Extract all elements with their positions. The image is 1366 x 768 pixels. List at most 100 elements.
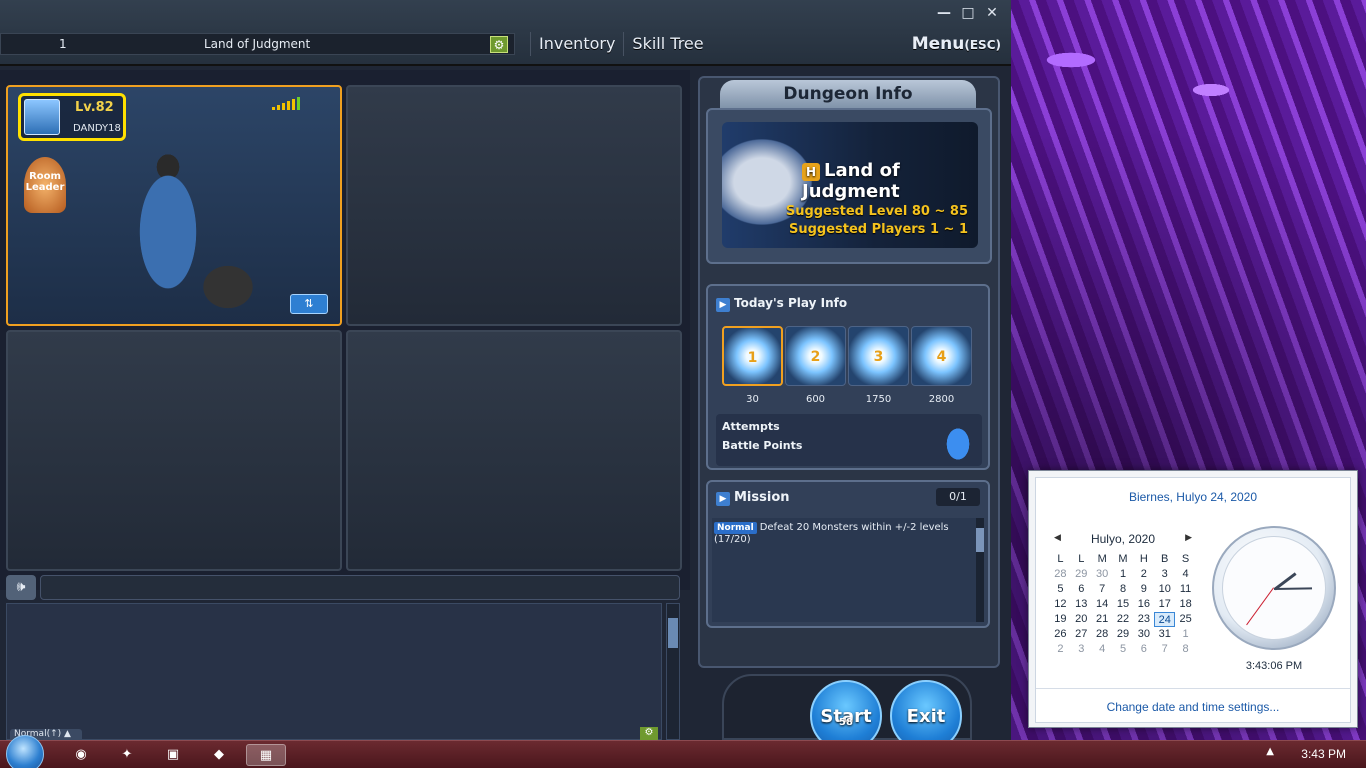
inventory-button[interactable]: Inventory [530,32,623,56]
mission-count: 0/1 [936,488,980,506]
chat-log [6,603,662,740]
game-taskbar-icon[interactable]: ▦ [246,744,286,766]
mission-difficulty-tag: Normal [714,522,757,534]
calendar-day[interactable]: 31 [1154,627,1175,642]
calendar-day[interactable]: 19 [1050,612,1071,627]
calendar-day[interactable]: 20 [1071,612,1092,627]
calendar-day[interactable]: 22 [1113,612,1134,627]
menu-button[interactable]: Menu(ESC) [912,34,1001,54]
calendar-day[interactable]: 1 [1175,627,1196,642]
calendar-day[interactable]: 2 [1133,567,1154,582]
chrome-icon[interactable]: ◉ [64,744,98,766]
party-slot-3[interactable] [6,330,342,571]
weekday-label: B [1161,553,1169,565]
reward-tiers: 1 30 2 600 3 1750 4 2800 [722,326,972,405]
play-info-icon: ▶ [716,298,730,312]
calendar-day[interactable]: 3 [1071,642,1092,657]
room-settings-gear-icon[interactable]: ⚙ [490,36,508,53]
weekday-label: M [1097,553,1107,565]
calendar-day[interactable]: 5 [1113,642,1134,657]
chat-scrollbar[interactable] [666,603,680,740]
calendar-grid: L L M M H B S 28 29 30 1 2 3 4 5 6 7 8 9 10 11 12 13 14 15 16 17 18… [1050,552,1196,657]
calendar-day[interactable]: 1 [1113,567,1134,582]
calendar-day[interactable]: 18 [1175,597,1196,612]
room-name: Land of Judgment [204,37,311,51]
reward-tier-2[interactable]: 2 600 [785,326,846,405]
calendar-day[interactable]: 27 [1071,627,1092,642]
party-slot-4[interactable] [346,330,682,571]
calendar-day[interactable]: 16 [1133,597,1154,612]
calendar-day[interactable]: 6 [1071,582,1092,597]
network-app-icon[interactable]: ▣ [156,744,190,766]
calendar-day[interactable]: 23 [1133,612,1154,627]
calendar-day[interactable]: 9 [1133,582,1154,597]
calendar-day[interactable]: 29 [1113,627,1134,642]
calendar-day[interactable]: 26 [1050,627,1071,642]
calendar-day[interactable]: 3 [1154,567,1175,582]
calendar-day[interactable]: 29 [1071,567,1092,582]
prev-month-icon[interactable]: ◀ [1054,532,1061,543]
app-icon[interactable]: ✦ [110,744,144,766]
calendar-day[interactable]: 24 [1154,612,1176,627]
calendar-day[interactable]: 14 [1092,597,1113,612]
calendar-day[interactable]: 21 [1092,612,1113,627]
calendar-day[interactable]: 17 [1154,597,1175,612]
skill-tree-button[interactable]: Skill Tree [623,32,711,56]
party-slot-1[interactable]: Lv.82 DANDY18 Room Leader ⇅ [6,85,342,326]
calendar-day[interactable]: 28 [1050,567,1071,582]
reward-tier-4[interactable]: 4 2800 [911,326,972,405]
weekday-label: L [1057,553,1064,565]
maximize-button[interactable]: □ [959,4,977,22]
launcher-icon[interactable]: ◆ [202,744,236,766]
next-month-icon[interactable]: ▶ [1185,532,1192,543]
calendar-day[interactable]: 13 [1071,597,1092,612]
calendar-day[interactable]: 28 [1092,627,1113,642]
chat-bar: 🕪 [6,575,682,601]
calendar-day[interactable]: 8 [1113,582,1134,597]
megaphone-icon[interactable]: 🕪 [6,575,36,600]
calendar-day[interactable]: 4 [1175,567,1196,582]
calendar-day[interactable]: 11 [1175,582,1196,597]
show-hidden-icons-icon[interactable]: ▲ [1266,746,1274,757]
calendar-day[interactable]: 2 [1050,642,1071,657]
calendar-day[interactable]: 4 [1092,642,1113,657]
change-date-time-link[interactable]: Change date and time settings... [1036,700,1350,714]
calendar-day[interactable]: 10 [1154,582,1175,597]
calendar-day[interactable]: 30 [1133,627,1154,642]
swap-character-button[interactable]: ⇅ [290,294,328,314]
weekday-label: S [1181,553,1190,565]
hard-icon: H [802,163,820,181]
chat-settings-gear-icon[interactable]: ⚙ [640,727,658,740]
suggested-players: Suggested Players 1 ~ 1 [788,222,968,237]
dungeon-image: H Land of Judgment Suggested Level 80 ~ 8… [722,122,978,248]
start-button-orb[interactable] [6,735,44,768]
reward-tier-1[interactable]: 1 30 [722,326,783,405]
calendar-day[interactable]: 6 [1133,642,1154,657]
calendar-day[interactable]: 7 [1092,582,1113,597]
calendar-date-title[interactable]: Biernes, Hulyo 24, 2020 [1036,490,1350,504]
calendar-day[interactable]: 30 [1092,567,1113,582]
calendar-day[interactable]: 5 [1050,582,1071,597]
calendar-day[interactable]: 7 [1154,642,1175,657]
calendar-day[interactable]: 8 [1175,642,1196,657]
reward-tier-3[interactable]: 3 1750 [848,326,909,405]
calendar-month: ◀ Hulyo, 2020 ▶ [1054,532,1192,546]
party-slot-2[interactable] [346,85,682,326]
calendar-day[interactable]: 15 [1113,597,1134,612]
weekday-label: L [1078,553,1085,565]
calendar-day[interactable]: 25 [1175,612,1196,627]
menu-label: Menu [911,34,965,54]
mission-list: Normal Defeat 20 Monsters within +/-2 lev… [712,518,978,622]
player-level: Lv.82 [75,100,114,115]
mission-header: ▶ Mission [716,490,790,506]
menu-shortcut: (ESC) [964,38,1001,52]
taskbar-clock[interactable]: 3:43 PM [1301,747,1346,761]
close-button[interactable]: ✕ [983,4,1001,22]
todays-play-info: ▶ Today's Play Info 1 30 2 600 3 1750 4 2800 … [706,284,990,470]
mission-scrollbar[interactable] [976,518,984,622]
player-info: Lv.82 DANDY18 [18,93,126,141]
minimize-button[interactable]: — [935,4,953,22]
weekday-label: M [1118,553,1128,565]
chat-input[interactable] [40,575,680,600]
calendar-day[interactable]: 12 [1050,597,1071,612]
